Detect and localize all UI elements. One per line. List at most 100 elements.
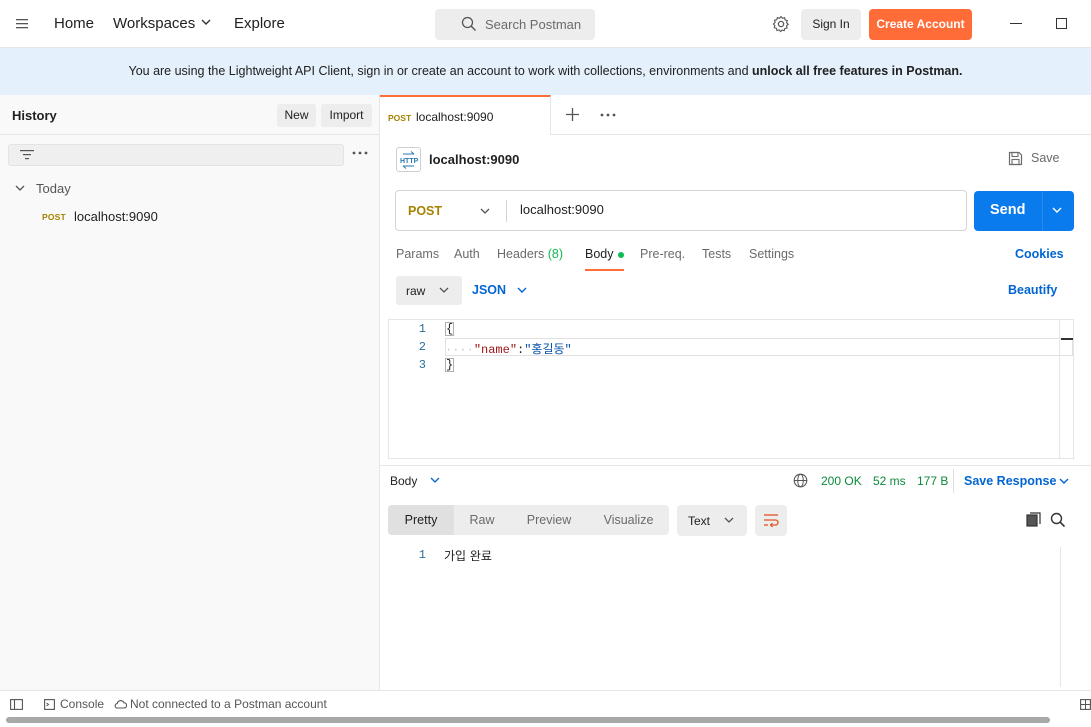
globe-icon[interactable] — [793, 473, 808, 488]
chevron-down-icon[interactable] — [480, 208, 490, 215]
chevron-down-icon[interactable] — [201, 19, 211, 26]
history-group-today[interactable]: Today — [36, 181, 71, 196]
nav-workspaces[interactable]: Workspaces — [113, 15, 195, 32]
cookies-link[interactable]: Cookies — [1015, 247, 1064, 261]
http-icon: HTTP — [396, 147, 421, 172]
chevron-down-icon — [439, 287, 449, 294]
create-account-button[interactable]: Create Account — [869, 9, 972, 40]
nav-explore[interactable]: Explore — [234, 15, 285, 32]
plus-icon[interactable] — [566, 108, 579, 121]
body-mode-label: raw — [406, 284, 426, 298]
tab-pretty[interactable]: Pretty — [388, 505, 454, 535]
send-label: Send — [990, 202, 1026, 218]
banner-bold-text[interactable]: unlock all free features in Postman. — [752, 64, 962, 78]
divider — [506, 200, 507, 222]
json-value: "홍길동" — [524, 343, 572, 357]
console-icon[interactable] — [44, 699, 55, 710]
code-brace: } — [445, 358, 455, 372]
tab-method: POST — [388, 113, 412, 123]
save-response-button[interactable]: Save Response — [964, 474, 1056, 488]
chevron-down-icon[interactable] — [517, 287, 527, 294]
url-bar: POST — [395, 190, 967, 231]
code-line[interactable]: } — [445, 358, 455, 372]
divider — [953, 469, 954, 493]
response-section-select[interactable]: Body — [390, 474, 417, 488]
import-button[interactable]: Import — [321, 104, 372, 127]
tab-body[interactable]: Body — [585, 247, 614, 261]
copy-icon[interactable] — [1026, 512, 1042, 528]
search-input[interactable]: Search Postman — [435, 9, 595, 40]
code-line[interactable]: { — [445, 322, 455, 336]
url-input[interactable] — [520, 202, 940, 217]
svg-text:HTTP: HTTP — [400, 158, 419, 165]
connection-status: Not connected to a Postman account — [130, 697, 327, 711]
response-format-label: Text — [688, 514, 711, 528]
body-indicator-dot — [618, 252, 624, 258]
headers-count-badge: (8) — [547, 247, 564, 261]
search-icon[interactable] — [1050, 512, 1066, 528]
search-icon — [461, 16, 477, 32]
send-button[interactable]: Send — [974, 191, 1074, 231]
layout-icon[interactable] — [1080, 699, 1091, 710]
method-select[interactable]: POST — [408, 204, 442, 218]
minimize-window-icon[interactable] — [1010, 23, 1022, 24]
chevron-down-icon[interactable] — [15, 185, 25, 192]
active-tab-underline — [585, 269, 624, 271]
body-mode-select[interactable]: raw — [396, 276, 462, 305]
chevron-down-icon[interactable] — [1052, 207, 1062, 214]
search-placeholder: Search Postman — [485, 17, 582, 32]
tab-headers-label: Headers — [497, 247, 545, 261]
status-code[interactable]: 200 OK — [821, 474, 862, 488]
more-options-icon[interactable] — [352, 151, 368, 155]
tab-prerequest[interactable]: Pre-req. — [640, 247, 685, 261]
console-button[interactable]: Console — [60, 697, 104, 711]
horizontal-scrollbar[interactable] — [6, 717, 1050, 723]
line-number: 1 — [418, 548, 426, 562]
top-bar: Home Workspaces Explore Search Postman S… — [0, 0, 1091, 48]
response-body-text[interactable]: 가입 완료 — [444, 547, 492, 564]
gear-icon[interactable] — [772, 15, 790, 33]
response-size[interactable]: 177 B — [917, 474, 948, 488]
maximize-window-icon[interactable] — [1056, 18, 1067, 29]
tab-settings[interactable]: Settings — [749, 247, 794, 261]
code-line[interactable]: ····"name":"홍길동" — [445, 340, 572, 357]
request-title[interactable]: localhost:9090 — [429, 152, 519, 167]
response-format-select[interactable]: Text — [677, 505, 747, 536]
beautify-link[interactable]: Beautify — [1008, 283, 1057, 297]
chevron-down-icon[interactable] — [430, 477, 440, 484]
tab-headers[interactable]: Headers (8) — [497, 247, 563, 261]
history-sidebar: History New Import Today POST localhost:… — [0, 95, 380, 690]
tab-params[interactable]: Params — [396, 247, 439, 261]
save-button[interactable]: Save — [1031, 151, 1060, 165]
editor-scrollbar[interactable] — [1059, 320, 1060, 458]
wrap-lines-icon — [763, 513, 779, 528]
response-time[interactable]: 52 ms — [873, 474, 906, 488]
divider — [0, 134, 379, 135]
tab-visualize[interactable]: Visualize — [588, 505, 669, 535]
tab-tests[interactable]: Tests — [702, 247, 731, 261]
save-icon[interactable] — [1008, 151, 1023, 166]
new-button[interactable]: New — [277, 104, 316, 127]
menu-icon[interactable] — [14, 16, 32, 32]
chevron-down-icon — [724, 517, 734, 524]
filter-icon — [20, 149, 34, 161]
tab-name: localhost:9090 — [416, 110, 494, 124]
toggle-sidebar-icon[interactable] — [10, 699, 23, 710]
tab-raw[interactable]: Raw — [454, 505, 510, 535]
history-item-method: POST — [42, 212, 66, 222]
tab-localhost[interactable]: POST localhost:9090 — [380, 95, 551, 135]
response-scrollbar[interactable] — [1060, 547, 1061, 687]
wrap-lines-button[interactable] — [755, 505, 787, 536]
tab-auth[interactable]: Auth — [454, 247, 480, 261]
sign-in-button[interactable]: Sign In — [801, 9, 861, 40]
scrollbar-marker — [1061, 338, 1073, 340]
line-number: 2 — [418, 340, 426, 354]
more-options-icon[interactable] — [600, 113, 616, 117]
tab-preview[interactable]: Preview — [510, 505, 588, 535]
banner-text: You are using the Lightweight API Client… — [128, 64, 753, 78]
history-filter-input[interactable] — [8, 144, 344, 166]
chevron-down-icon[interactable] — [1059, 478, 1069, 485]
body-language-select[interactable]: JSON — [472, 283, 506, 297]
nav-home[interactable]: Home — [54, 15, 94, 32]
history-item-url[interactable]: localhost:9090 — [74, 209, 158, 224]
